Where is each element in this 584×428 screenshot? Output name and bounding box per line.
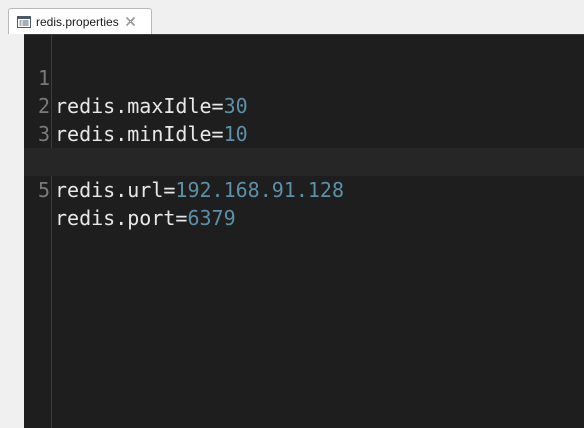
tab-title: redis.properties bbox=[36, 14, 119, 29]
property-key: redis.port bbox=[55, 206, 176, 230]
code-line[interactable]: 2 redis.minIdle=10 bbox=[24, 64, 584, 146]
code-editor[interactable]: 1 redis.maxIdle=30 2 redis.minIdle=10 3 … bbox=[24, 34, 584, 428]
tab-bar: redis.properties bbox=[0, 0, 584, 34]
code-text: redis.port=6379 bbox=[55, 204, 236, 232]
code-line-current[interactable]: 5 redis.port=6379 bbox=[24, 148, 584, 230]
property-value: 192.168.91.128 bbox=[175, 178, 344, 202]
editor-window: redis.properties 1 redis.maxIdle=30 2 re… bbox=[0, 0, 584, 428]
tab-redis-properties[interactable]: redis.properties bbox=[8, 8, 152, 34]
code-line[interactable]: 4 redis.url=192.168.91.128 bbox=[24, 120, 584, 202]
properties-file-icon bbox=[16, 14, 32, 30]
equals-sign: = bbox=[163, 178, 176, 202]
close-icon[interactable] bbox=[125, 16, 136, 27]
code-lines: 1 redis.maxIdle=30 2 redis.minIdle=10 3 … bbox=[24, 36, 584, 230]
editor-left-margin bbox=[0, 34, 24, 428]
code-line[interactable]: 1 redis.maxIdle=30 bbox=[24, 36, 584, 118]
equals-sign: = bbox=[175, 206, 188, 230]
property-value: 6379 bbox=[187, 206, 236, 230]
line-number: 5 bbox=[37, 178, 50, 202]
code-line[interactable]: 3 redis.maxTotal=50 bbox=[24, 92, 584, 174]
